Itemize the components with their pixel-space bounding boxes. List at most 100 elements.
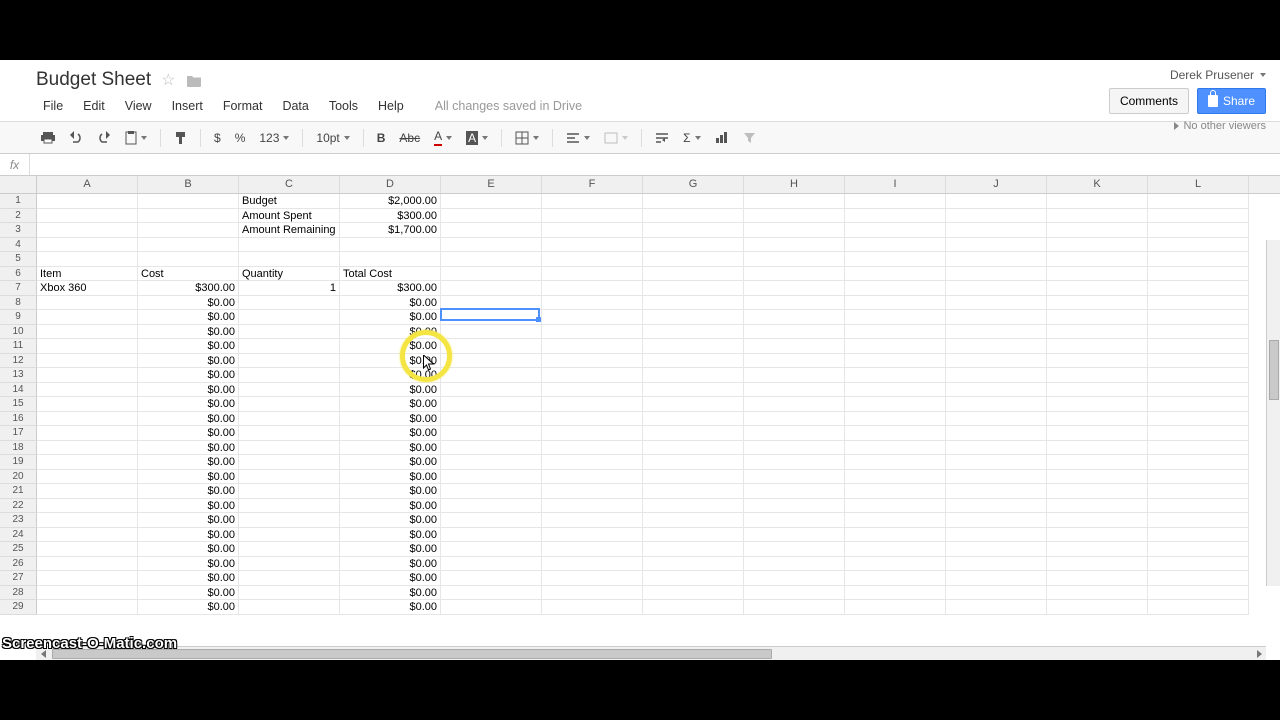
- cell-J1[interactable]: [946, 194, 1047, 209]
- cell-J24[interactable]: [946, 528, 1047, 543]
- cell-L27[interactable]: [1148, 571, 1249, 586]
- currency-button[interactable]: $: [209, 128, 226, 148]
- cell-B24[interactable]: $0.00: [138, 528, 239, 543]
- cell-K3[interactable]: [1047, 223, 1148, 238]
- cell-D20[interactable]: $0.00: [340, 470, 441, 485]
- cell-L26[interactable]: [1148, 557, 1249, 572]
- cell-B8[interactable]: $0.00: [138, 296, 239, 311]
- cell-D19[interactable]: $0.00: [340, 455, 441, 470]
- cell-K24[interactable]: [1047, 528, 1148, 543]
- cell-G21[interactable]: [643, 484, 744, 499]
- cell-A2[interactable]: [37, 209, 138, 224]
- cell-C25[interactable]: [239, 542, 340, 557]
- cell-J21[interactable]: [946, 484, 1047, 499]
- column-header-H[interactable]: H: [744, 176, 845, 193]
- cell-E16[interactable]: [441, 412, 542, 427]
- cell-F10[interactable]: [542, 325, 643, 340]
- cell-L17[interactable]: [1148, 426, 1249, 441]
- cell-C7[interactable]: 1: [239, 281, 340, 296]
- cell-B16[interactable]: $0.00: [138, 412, 239, 427]
- cell-I25[interactable]: [845, 542, 946, 557]
- cell-A15[interactable]: [37, 397, 138, 412]
- cell-G6[interactable]: [643, 267, 744, 282]
- row-header[interactable]: 5: [0, 252, 37, 267]
- cell-L2[interactable]: [1148, 209, 1249, 224]
- cell-D28[interactable]: $0.00: [340, 586, 441, 601]
- user-menu[interactable]: Derek Prusener: [1170, 68, 1266, 82]
- cell-L5[interactable]: [1148, 252, 1249, 267]
- cell-G3[interactable]: [643, 223, 744, 238]
- cell-G10[interactable]: [643, 325, 744, 340]
- cell-D25[interactable]: $0.00: [340, 542, 441, 557]
- cell-G20[interactable]: [643, 470, 744, 485]
- cell-B4[interactable]: [138, 238, 239, 253]
- insert-chart-button[interactable]: [710, 128, 734, 147]
- cell-I23[interactable]: [845, 513, 946, 528]
- cell-L4[interactable]: [1148, 238, 1249, 253]
- cell-G22[interactable]: [643, 499, 744, 514]
- cell-J20[interactable]: [946, 470, 1047, 485]
- cell-E29[interactable]: [441, 600, 542, 615]
- cell-A24[interactable]: [37, 528, 138, 543]
- cell-L25[interactable]: [1148, 542, 1249, 557]
- cell-D27[interactable]: $0.00: [340, 571, 441, 586]
- cell-A28[interactable]: [37, 586, 138, 601]
- cell-F14[interactable]: [542, 383, 643, 398]
- cell-E17[interactable]: [441, 426, 542, 441]
- column-header-D[interactable]: D: [340, 176, 441, 193]
- cell-C21[interactable]: [239, 484, 340, 499]
- cell-B3[interactable]: [138, 223, 239, 238]
- cell-D4[interactable]: [340, 238, 441, 253]
- cell-K26[interactable]: [1047, 557, 1148, 572]
- cell-J4[interactable]: [946, 238, 1047, 253]
- cell-D23[interactable]: $0.00: [340, 513, 441, 528]
- column-header-G[interactable]: G: [643, 176, 744, 193]
- row-header[interactable]: 14: [0, 383, 37, 398]
- cell-J19[interactable]: [946, 455, 1047, 470]
- row-header[interactable]: 3: [0, 223, 37, 238]
- filter-button[interactable]: [738, 129, 761, 147]
- cell-E28[interactable]: [441, 586, 542, 601]
- functions-button[interactable]: Σ: [678, 128, 705, 148]
- bold-button[interactable]: B: [372, 128, 391, 148]
- cell-K16[interactable]: [1047, 412, 1148, 427]
- cell-I24[interactable]: [845, 528, 946, 543]
- cell-G18[interactable]: [643, 441, 744, 456]
- cell-J3[interactable]: [946, 223, 1047, 238]
- row-header[interactable]: 22: [0, 499, 37, 514]
- print-button[interactable]: [36, 128, 60, 147]
- cell-E25[interactable]: [441, 542, 542, 557]
- cell-G27[interactable]: [643, 571, 744, 586]
- cell-L15[interactable]: [1148, 397, 1249, 412]
- row-header[interactable]: 12: [0, 354, 37, 369]
- cell-K5[interactable]: [1047, 252, 1148, 267]
- cell-C26[interactable]: [239, 557, 340, 572]
- cell-I1[interactable]: [845, 194, 946, 209]
- cell-K21[interactable]: [1047, 484, 1148, 499]
- cell-I9[interactable]: [845, 310, 946, 325]
- cell-E6[interactable]: [441, 267, 542, 282]
- cell-A14[interactable]: [37, 383, 138, 398]
- doc-title[interactable]: Budget Sheet: [36, 69, 151, 91]
- scroll-right-button[interactable]: [1252, 647, 1266, 661]
- cell-G8[interactable]: [643, 296, 744, 311]
- cell-D9[interactable]: $0.00: [340, 310, 441, 325]
- row-header[interactable]: 16: [0, 412, 37, 427]
- cell-G12[interactable]: [643, 354, 744, 369]
- cell-J22[interactable]: [946, 499, 1047, 514]
- cell-J14[interactable]: [946, 383, 1047, 398]
- cell-L16[interactable]: [1148, 412, 1249, 427]
- cell-H2[interactable]: [744, 209, 845, 224]
- cell-C16[interactable]: [239, 412, 340, 427]
- cell-B22[interactable]: $0.00: [138, 499, 239, 514]
- cell-C13[interactable]: [239, 368, 340, 383]
- clipboard-button[interactable]: [120, 128, 152, 148]
- cell-L13[interactable]: [1148, 368, 1249, 383]
- cell-E24[interactable]: [441, 528, 542, 543]
- cell-A1[interactable]: [37, 194, 138, 209]
- cell-A22[interactable]: [37, 499, 138, 514]
- cell-F22[interactable]: [542, 499, 643, 514]
- wrap-text-button[interactable]: [650, 129, 674, 147]
- row-header[interactable]: 13: [0, 368, 37, 383]
- cell-L24[interactable]: [1148, 528, 1249, 543]
